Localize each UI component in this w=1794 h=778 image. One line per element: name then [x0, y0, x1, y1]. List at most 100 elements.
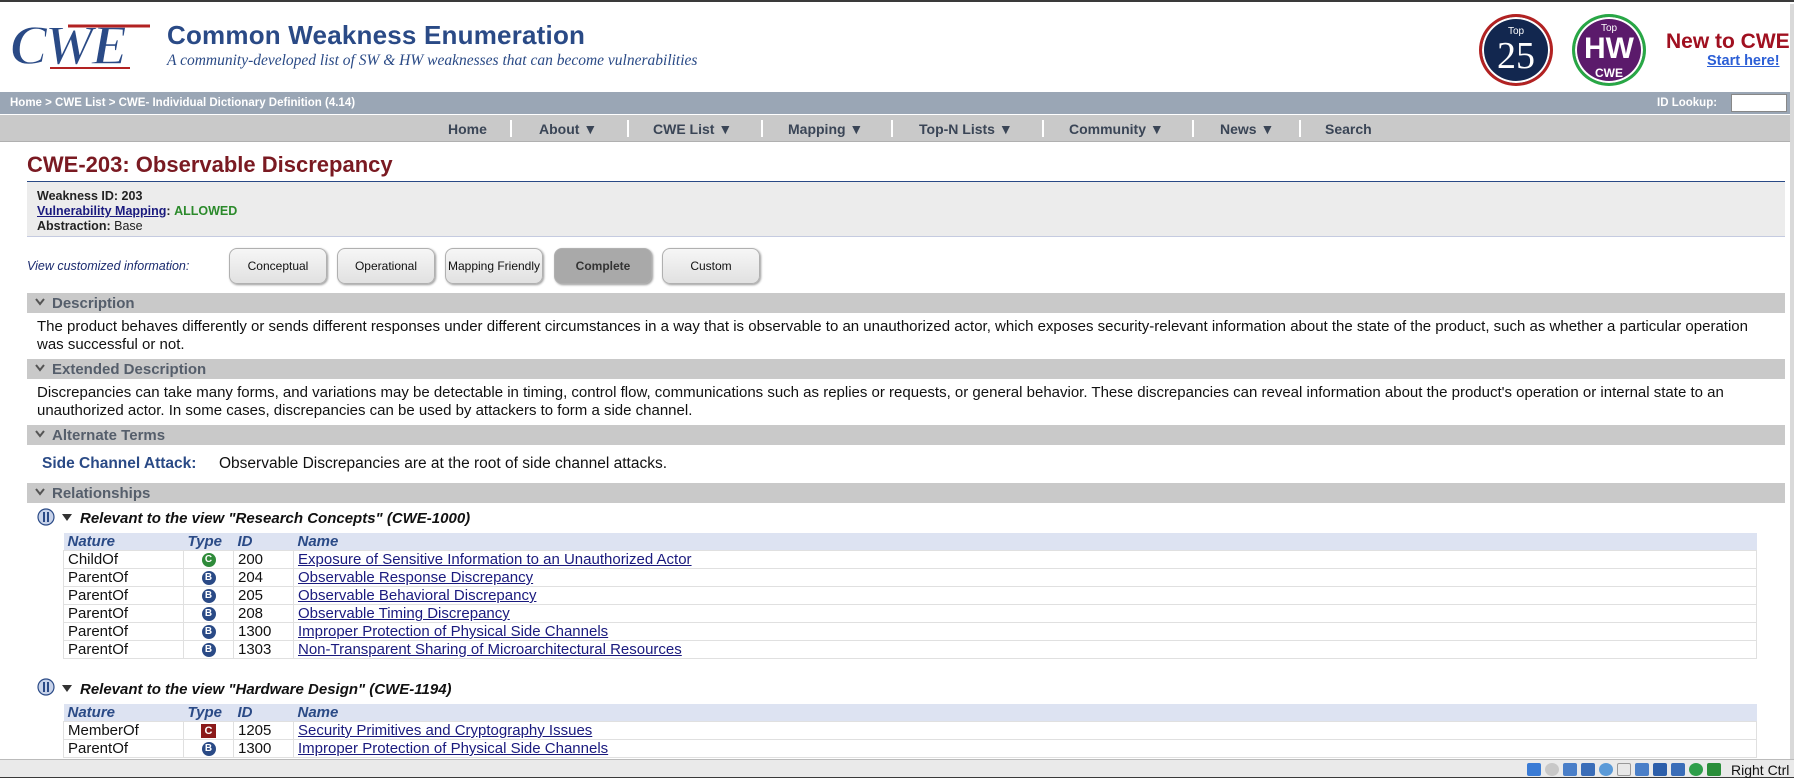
view-operational-button[interactable]: Operational [337, 248, 435, 284]
type-letter: B [201, 571, 216, 586]
expand-triangle-icon[interactable] [61, 684, 73, 694]
row-name: Observable Behavioral Discrepancy [293, 586, 1757, 605]
vm-status-bar: Right Ctrl [0, 759, 1794, 778]
view-conceptual-button[interactable]: Conceptual [229, 248, 327, 284]
col-type: Type [183, 704, 234, 722]
type-letter: B [201, 742, 216, 757]
table-row: ParentOf B 1300 Improper Protection of P… [63, 739, 1757, 758]
nav-home[interactable]: Home [448, 121, 487, 137]
col-id: ID [233, 704, 294, 722]
row-name: Improper Protection of Physical Side Cha… [293, 622, 1757, 641]
nav-separator [761, 120, 763, 137]
table-row: MemberOf C 1205 Security Primitives and … [63, 721, 1757, 740]
weakness-id-line: Weakness ID: 203 [37, 189, 142, 203]
site-title[interactable]: Common Weakness Enumeration [167, 20, 585, 51]
row-name-link[interactable]: Non-Transparent Sharing of Microarchitec… [298, 641, 682, 658]
nav-separator [1192, 120, 1194, 137]
view-complete-button[interactable]: Complete [554, 248, 652, 284]
category-type-icon: C [183, 721, 234, 740]
nav-search[interactable]: Search [1325, 121, 1372, 137]
nav-separator [510, 120, 512, 137]
row-name-link[interactable]: Observable Behavioral Discrepancy [298, 587, 536, 604]
nav-about[interactable]: About ▼ [539, 121, 597, 137]
row-name-link[interactable]: Observable Timing Discrepancy [298, 605, 510, 622]
nav-separator [627, 120, 629, 137]
base-type-icon: B [183, 739, 234, 758]
row-name-link[interactable]: Security Primitives and Cryptography Iss… [298, 722, 592, 739]
extended-description-header[interactable]: Extended Description [27, 359, 1785, 379]
shared-folder-icon[interactable] [1617, 763, 1631, 776]
relationships-header[interactable]: Relationships [27, 483, 1785, 503]
row-name: Security Primitives and Cryptography Iss… [293, 721, 1757, 740]
col-name: Name [293, 704, 1757, 722]
col-nature: Nature [63, 704, 184, 722]
alternate-term: Side Channel Attack: [42, 455, 197, 472]
expand-triangle-icon[interactable] [61, 513, 73, 523]
description-title: Description [52, 295, 135, 312]
top-hw-badge[interactable]: Top HW CWE [1572, 14, 1646, 86]
alternate-terms-header[interactable]: Alternate Terms [27, 425, 1785, 445]
row-id: 208 [233, 604, 294, 623]
vt-icon[interactable] [1671, 763, 1685, 776]
network-icon[interactable] [1581, 763, 1595, 776]
table-row: ParentOf B 204 Observable Response Discr… [63, 568, 1757, 587]
breadcrumb[interactable]: Home > CWE List > CWE- Individual Dictio… [10, 97, 355, 109]
nav-mapping[interactable]: Mapping ▼ [788, 121, 863, 137]
table-row: ParentOf B 208 Observable Timing Discrep… [63, 604, 1757, 623]
table-header-row: Nature Type ID Name [63, 704, 1757, 722]
vuln-mapping-value: ALLOWED [174, 204, 238, 218]
row-name: Improper Protection of Physical Side Cha… [293, 739, 1757, 758]
mouse-integration-icon[interactable] [1707, 763, 1721, 776]
alternate-term-description: Observable Discrepancies are at the root… [219, 455, 668, 472]
info-icon[interactable] [37, 678, 55, 696]
view-custom-button[interactable]: Custom [662, 248, 760, 284]
nav-separator [1299, 120, 1301, 137]
description-header[interactable]: Description [27, 293, 1785, 313]
guest-additions-icon[interactable] [1689, 763, 1703, 776]
row-id: 200 [233, 550, 294, 569]
table-row: ParentOf B 1303 Non-Transparent Sharing … [63, 640, 1757, 659]
type-letter: C [201, 553, 216, 568]
row-nature: ParentOf [63, 640, 184, 659]
type-letter: B [201, 589, 216, 604]
row-nature: ParentOf [63, 586, 184, 605]
row-nature: ParentOf [63, 568, 184, 587]
view-hardware-design-heading: Relevant to the view "Hardware Design" (… [80, 681, 452, 698]
abstraction-label: Abstraction: [37, 219, 111, 233]
usb-icon[interactable] [1599, 763, 1613, 776]
row-name-link[interactable]: Observable Response Discrepancy [298, 569, 533, 586]
nav-separator [891, 120, 893, 137]
relationships-table-research: Nature Type ID Name ChildOf C 200 Exposu… [63, 533, 1757, 659]
description-text: The product behaves differently or sends… [37, 318, 1748, 353]
table-row: ParentOf B 1300 Improper Protection of P… [63, 622, 1757, 641]
row-nature: ParentOf [63, 622, 184, 641]
row-name-link[interactable]: Exposure of Sensitive Information to an … [298, 551, 692, 568]
host-key-label: Right Ctrl [1731, 762, 1790, 778]
vuln-mapping-line: Vulnerability Mapping: ALLOWED [37, 204, 237, 218]
row-name-link[interactable]: Improper Protection of Physical Side Cha… [298, 623, 608, 640]
row-id: 205 [233, 586, 294, 605]
row-name-link[interactable]: Improper Protection of Physical Side Cha… [298, 740, 608, 757]
optical-drive-icon[interactable] [1545, 763, 1559, 776]
start-here-link[interactable]: Start here! [1707, 53, 1780, 69]
row-nature: MemberOf [63, 721, 184, 740]
collapse-chevron-icon [35, 298, 45, 306]
id-lookup-input[interactable] [1731, 94, 1787, 112]
recording-icon[interactable] [1653, 763, 1667, 776]
view-mapping-friendly-button[interactable]: Mapping Friendly [445, 248, 543, 284]
nav-top-n-lists[interactable]: Top-N Lists ▼ [919, 121, 1013, 137]
nav-cwe-list[interactable]: CWE List ▼ [653, 121, 732, 137]
audio-icon[interactable] [1563, 763, 1577, 776]
nav-news[interactable]: News ▼ [1220, 121, 1274, 137]
display-icon[interactable] [1635, 763, 1649, 776]
cwe-logo[interactable]: CWE [10, 18, 160, 74]
vuln-mapping-link[interactable]: Vulnerability Mapping [37, 204, 166, 218]
row-name: Non-Transparent Sharing of Microarchitec… [293, 640, 1757, 659]
nav-community[interactable]: Community ▼ [1069, 121, 1164, 137]
site-tagline: A community-developed list of SW & HW we… [167, 52, 698, 69]
top25-badge[interactable]: Top 25 [1479, 14, 1553, 86]
disk-icon[interactable] [1527, 763, 1541, 776]
id-lookup-label: ID Lookup: [1657, 97, 1718, 109]
info-icon[interactable] [37, 508, 55, 526]
row-id: 1205 [233, 721, 294, 740]
